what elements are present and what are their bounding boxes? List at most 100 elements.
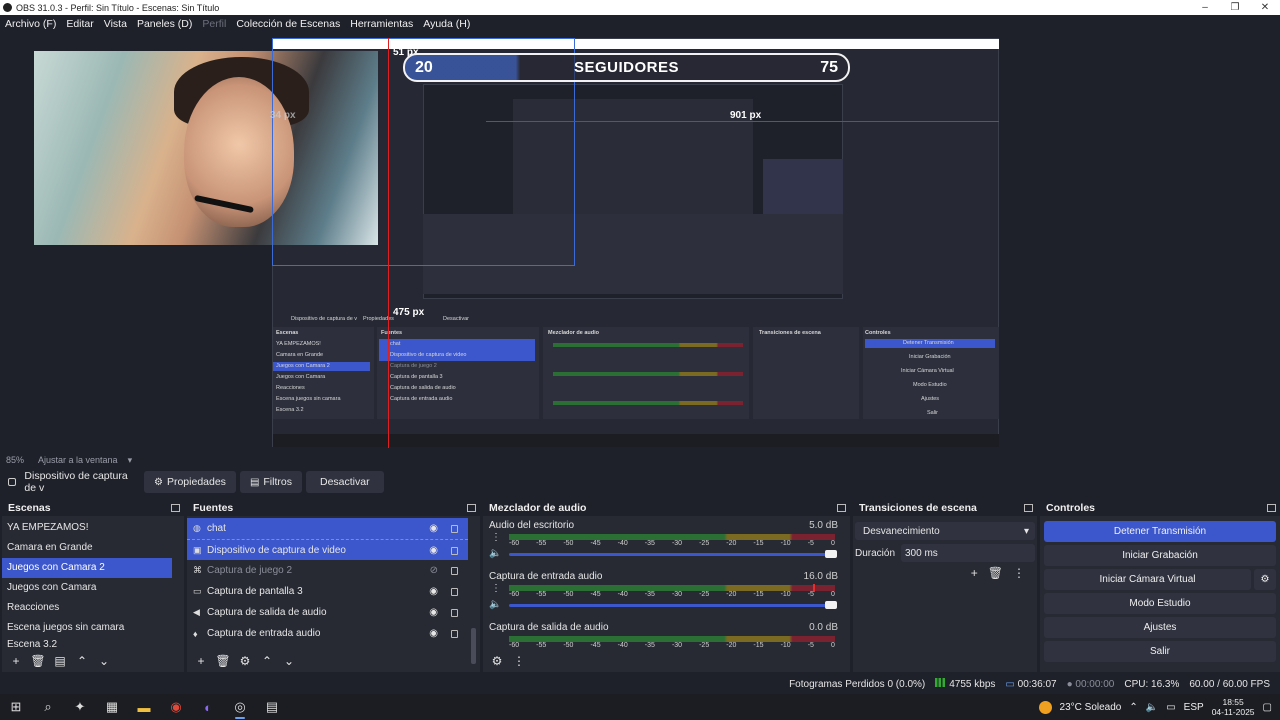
undock-icon[interactable]: [1024, 504, 1033, 512]
speaker-icon[interactable]: 🔈: [489, 599, 501, 610]
scene-item[interactable]: Escena juegos sin camara: [2, 618, 172, 638]
clock[interactable]: 18:55 04-11-2025: [1212, 697, 1255, 717]
fader-handle[interactable]: [825, 550, 837, 558]
menu-file[interactable]: Archivo (F): [0, 18, 61, 30]
scene-item[interactable]: Juegos con Camara: [2, 578, 172, 598]
scene-item[interactable]: Escena 3.2: [2, 638, 172, 648]
settings-button[interactable]: Ajustes: [1044, 617, 1276, 638]
chevron-up-icon[interactable]: ⌃: [1129, 702, 1137, 713]
filters-button[interactable]: ▤ Filtros: [239, 471, 302, 493]
speaker-icon[interactable]: 🔈: [1146, 702, 1158, 713]
copilot-icon[interactable]: ✦: [64, 694, 96, 720]
filter-icon[interactable]: ▤: [50, 653, 70, 669]
trash-icon[interactable]: 🗑: [28, 653, 48, 669]
camera-icon: [8, 478, 17, 486]
kebab-menu-icon[interactable]: ⋮: [509, 653, 529, 669]
discord-icon[interactable]: ◐: [192, 694, 224, 720]
undock-icon[interactable]: [1267, 504, 1276, 512]
notification-icon[interactable]: ▢: [1263, 702, 1272, 713]
menu-view[interactable]: Vista: [99, 18, 132, 30]
menu-help[interactable]: Ayuda (H): [418, 18, 475, 30]
lock-icon[interactable]: [451, 547, 458, 555]
chevron-down-icon[interactable]: ⌄: [94, 653, 114, 669]
menu-profile[interactable]: Perfil: [197, 18, 231, 30]
folder-icon[interactable]: ▬: [128, 694, 160, 720]
eye-icon[interactable]: ◉: [429, 523, 438, 534]
maximize-button[interactable]: ❐: [1220, 0, 1250, 15]
source-item-audio-output[interactable]: ◀ Captura de salida de audio ◉: [187, 602, 468, 623]
menu-edit[interactable]: Editar: [61, 18, 98, 30]
source-item-audio-input[interactable]: ♦ Captura de entrada audio ◉: [187, 623, 468, 644]
store-icon[interactable]: ▦: [96, 694, 128, 720]
chevron-down-icon[interactable]: ▾: [128, 455, 133, 466]
menu-docks[interactable]: Paneles (D): [132, 18, 197, 30]
add-icon[interactable]: +: [6, 653, 26, 669]
trash-icon[interactable]: 🗑: [213, 653, 233, 669]
weather[interactable]: 23°C Soleado: [1060, 702, 1122, 713]
transition-select[interactable]: Desvanecimiento ▾: [855, 522, 1035, 540]
kebab-menu-icon[interactable]: ⋮: [1013, 566, 1025, 580]
sources-scrollbar[interactable]: [471, 628, 476, 664]
search-icon[interactable]: ⌕: [32, 694, 64, 720]
gear-icon[interactable]: ⚙: [1254, 569, 1276, 590]
chevron-down-icon[interactable]: ⌄: [279, 653, 299, 669]
duration-input[interactable]: 300 ms: [901, 544, 1035, 562]
lock-icon[interactable]: [451, 609, 458, 617]
undock-icon[interactable]: [467, 504, 476, 512]
menu-scene-collection[interactable]: Colección de Escenas: [231, 18, 345, 30]
fader-handle[interactable]: [825, 601, 837, 609]
speaker-icon[interactable]: 🔈: [489, 548, 501, 559]
scene-item[interactable]: YA EMPEZAMOS!: [2, 518, 172, 538]
studio-mode-button[interactable]: Modo Estudio: [1044, 593, 1276, 614]
volume-fader[interactable]: [509, 601, 837, 609]
close-button[interactable]: ✕: [1250, 0, 1280, 15]
properties-button[interactable]: ⚙ Propiedades: [144, 471, 236, 493]
add-icon[interactable]: +: [191, 653, 211, 669]
stop-streaming-button[interactable]: Detener Transmisión: [1044, 521, 1276, 542]
undock-icon[interactable]: [837, 504, 846, 512]
trash-icon[interactable]: 🗑: [988, 566, 1003, 580]
scene-item[interactable]: Camara en Grande: [2, 538, 172, 558]
exit-button[interactable]: Salir: [1044, 641, 1276, 662]
lock-icon[interactable]: [451, 525, 458, 533]
source-item-game-capture[interactable]: ⌘ Captura de juego 2 ⊘: [187, 560, 468, 581]
preview-area[interactable]: Dispositivo de captura de v Propiedades …: [0, 32, 1280, 452]
obs-icon[interactable]: ◎: [224, 694, 256, 720]
eye-icon[interactable]: ◉: [429, 607, 438, 618]
terminal-icon[interactable]: ▤: [256, 694, 288, 720]
lock-icon[interactable]: [451, 588, 458, 596]
kebab-menu-icon[interactable]: ⋮: [491, 532, 501, 543]
add-icon[interactable]: +: [971, 566, 978, 580]
language-indicator[interactable]: ESP: [1184, 702, 1204, 713]
chevron-up-icon[interactable]: ⌃: [257, 653, 277, 669]
chrome-icon[interactable]: ◉: [160, 694, 192, 720]
tick: -35: [644, 642, 655, 649]
menu-tools[interactable]: Herramientas: [345, 18, 418, 30]
kebab-menu-icon[interactable]: ⋮: [491, 583, 501, 594]
source-item-video-capture[interactable]: ▣ Dispositivo de captura de video ◉: [187, 539, 468, 560]
eye-icon[interactable]: ◉: [429, 586, 438, 597]
start-recording-button[interactable]: Iniciar Grabación: [1044, 545, 1276, 566]
gear-icon[interactable]: ⚙: [487, 653, 507, 669]
minimize-button[interactable]: –: [1190, 0, 1220, 15]
source-item-screen-capture[interactable]: ▭ Captura de pantalla 3 ◉: [187, 581, 468, 602]
menu-bar: Archivo (F) Editar Vista Paneles (D) Per…: [0, 15, 1280, 32]
deactivate-button[interactable]: Desactivar: [305, 471, 384, 493]
chevron-up-icon[interactable]: ⌃: [72, 653, 92, 669]
gear-icon[interactable]: ⚙: [235, 653, 255, 669]
undock-icon[interactable]: [171, 504, 180, 512]
zoom-mode-select[interactable]: Ajustar a la ventana: [38, 455, 118, 465]
volume-fader[interactable]: [509, 550, 837, 558]
start-button-icon[interactable]: ⊞: [0, 694, 32, 720]
scene-item[interactable]: Reacciones: [2, 598, 172, 618]
lock-icon[interactable]: [451, 630, 458, 638]
eye-hidden-icon[interactable]: ⊘: [430, 565, 438, 576]
scene-item-active[interactable]: Juegos con Camara 2: [2, 558, 172, 578]
follower-goal-bar[interactable]: 20 SEGUIDORES 75: [403, 53, 850, 82]
network-icon[interactable]: ▭: [1166, 702, 1175, 713]
source-item-chat[interactable]: ◍ chat ◉: [187, 518, 468, 539]
start-virtual-camera-button[interactable]: Iniciar Cámara Virtual: [1044, 569, 1251, 590]
eye-icon[interactable]: ◉: [429, 545, 438, 556]
lock-icon[interactable]: [451, 567, 458, 575]
eye-icon[interactable]: ◉: [429, 628, 438, 639]
